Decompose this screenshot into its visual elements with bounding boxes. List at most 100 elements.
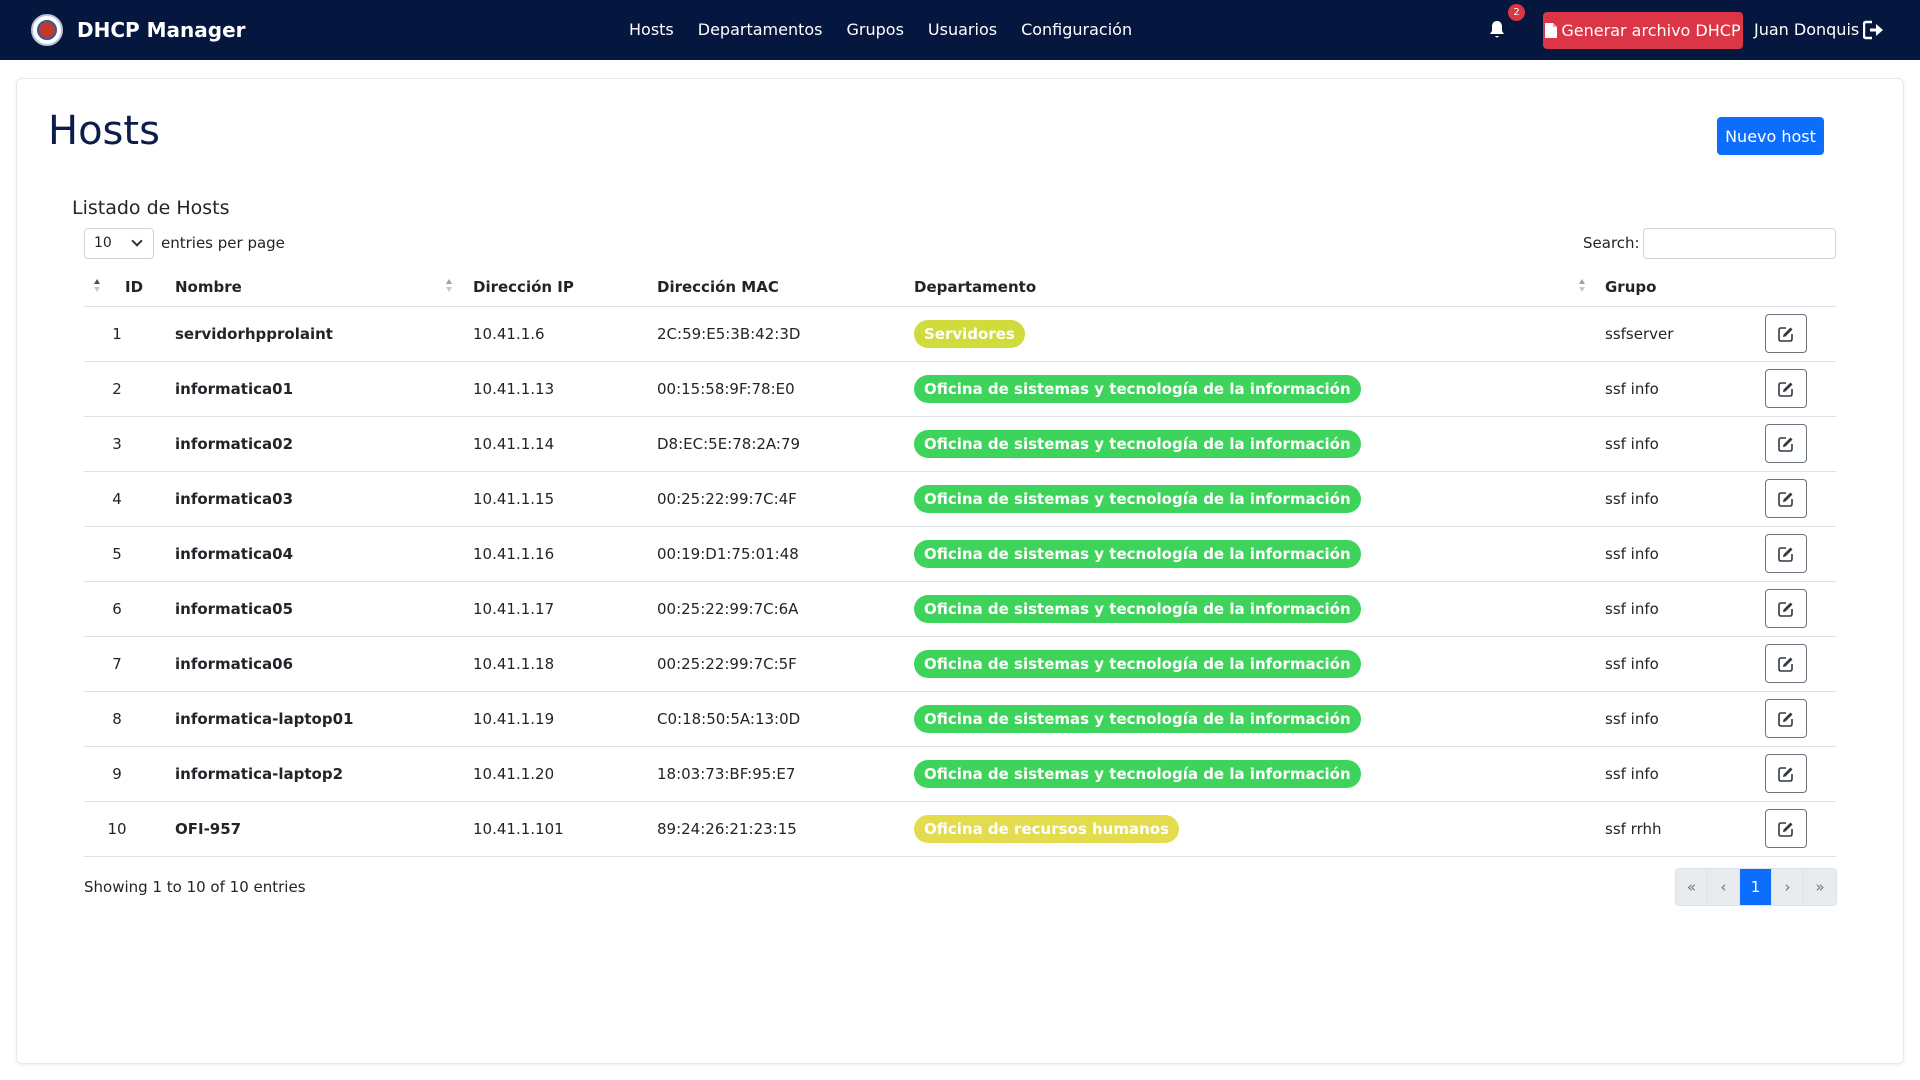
host-group: ssf info	[1605, 655, 1659, 673]
host-name: informatica02	[175, 435, 294, 453]
host-ip: 10.41.1.18	[473, 655, 555, 673]
host-group: ssf info	[1605, 435, 1659, 453]
edit-host-button[interactable]	[1765, 534, 1807, 573]
edit-host-button[interactable]	[1765, 369, 1807, 408]
host-id: 7	[112, 655, 122, 673]
column-header-mac[interactable]: Dirección MAC	[657, 278, 779, 296]
table-row: 8 informatica-laptop01 10.41.1.19 C0:18:…	[84, 692, 1836, 747]
host-mac: 00:25:22:99:7C:5F	[657, 655, 797, 673]
host-ip: 10.41.1.19	[473, 710, 555, 728]
host-name: servidorhpprolaint	[175, 325, 333, 343]
nav-link-grupos[interactable]: Grupos	[847, 20, 904, 39]
sort-icon[interactable]	[446, 278, 454, 294]
edit-host-button[interactable]	[1765, 809, 1807, 848]
host-id: 8	[112, 710, 122, 728]
navbar: DHCP Manager Hosts Departamentos Grupos …	[0, 0, 1920, 60]
table-row: 6 informatica05 10.41.1.17 00:25:22:99:7…	[84, 582, 1836, 637]
nav-link-departamentos[interactable]: Departamentos	[698, 20, 823, 39]
department-badge: Oficina de sistemas y tecnología de la i…	[914, 540, 1361, 568]
per-page-value: 10	[94, 235, 112, 251]
host-name: informatica01	[175, 380, 294, 398]
host-ip: 10.41.1.101	[473, 820, 564, 838]
table-row: 2 informatica01 10.41.1.13 00:15:58:9F:7…	[84, 362, 1836, 417]
nav-links: Hosts Departamentos Grupos Usuarios Conf…	[629, 20, 1132, 39]
sort-icon[interactable]	[94, 278, 102, 294]
department-badge: Oficina de sistemas y tecnología de la i…	[914, 650, 1361, 678]
notification-count-badge: 2	[1508, 4, 1525, 21]
host-id: 2	[112, 380, 122, 398]
sort-icon[interactable]	[1579, 278, 1587, 294]
edit-icon	[1778, 656, 1793, 672]
host-mac: D8:EC:5E:78:2A:79	[657, 435, 801, 453]
host-group: ssf info	[1605, 490, 1659, 508]
host-group: ssf info	[1605, 380, 1659, 398]
edit-host-button[interactable]	[1765, 644, 1807, 683]
host-mac: 00:25:22:99:7C:4F	[657, 490, 797, 508]
edit-host-button[interactable]	[1765, 424, 1807, 463]
last-page-button[interactable]: »	[1804, 869, 1836, 905]
new-host-button[interactable]: Nuevo host	[1717, 117, 1824, 155]
host-name: informatica04	[175, 545, 294, 563]
edit-icon	[1778, 326, 1793, 342]
department-badge: Oficina de recursos humanos	[914, 815, 1180, 843]
search-input[interactable]	[1643, 228, 1836, 259]
host-name: OFI-957	[175, 820, 242, 838]
entries-per-page-select[interactable]: 10	[84, 228, 154, 259]
bell-icon[interactable]	[1489, 20, 1505, 40]
host-ip: 10.41.1.20	[473, 765, 555, 783]
column-header-departamento[interactable]: Departamento	[914, 278, 1036, 296]
host-id: 4	[112, 490, 122, 508]
generate-dhcp-button[interactable]: Generar archivo DHCP	[1543, 12, 1743, 49]
nav-link-configuracion[interactable]: Configuración	[1021, 20, 1132, 39]
column-header-grupo[interactable]: Grupo	[1605, 278, 1656, 296]
edit-host-button[interactable]	[1765, 589, 1807, 628]
edit-icon	[1778, 821, 1793, 837]
nav-link-usuarios[interactable]: Usuarios	[928, 20, 997, 39]
host-name: informatica06	[175, 655, 294, 673]
department-badge: Oficina de sistemas y tecnología de la i…	[914, 430, 1361, 458]
edit-host-button[interactable]	[1765, 479, 1807, 518]
department-badge: Oficina de sistemas y tecnología de la i…	[914, 485, 1361, 513]
host-group: ssf info	[1605, 545, 1659, 563]
first-page-button[interactable]: «	[1676, 869, 1708, 905]
page-1-button[interactable]: 1	[1740, 869, 1772, 905]
table-row: 1 servidorhpprolaint 10.41.1.6 2C:59:E5:…	[84, 307, 1836, 362]
edit-host-button[interactable]	[1765, 754, 1807, 793]
generate-dhcp-label: Generar archivo DHCP	[1561, 21, 1741, 40]
user-name[interactable]: Juan Donquis	[1754, 20, 1859, 39]
edit-icon	[1778, 711, 1793, 727]
host-group: ssf info	[1605, 710, 1659, 728]
next-page-button[interactable]: ›	[1772, 869, 1804, 905]
edit-host-button[interactable]	[1765, 699, 1807, 738]
page-title: Hosts	[48, 108, 160, 154]
edit-icon	[1778, 491, 1793, 507]
table-row: 5 informatica04 10.41.1.16 00:19:D1:75:0…	[84, 527, 1836, 582]
edit-icon	[1778, 546, 1793, 562]
host-ip: 10.41.1.6	[473, 325, 545, 343]
host-mac: 00:25:22:99:7C:6A	[657, 600, 799, 618]
logout-icon[interactable]	[1863, 20, 1885, 40]
host-name: informatica03	[175, 490, 294, 508]
brand-name[interactable]: DHCP Manager	[77, 18, 246, 42]
host-ip: 10.41.1.17	[473, 600, 555, 618]
table-row: 3 informatica02 10.41.1.14 D8:EC:5E:78:2…	[84, 417, 1836, 472]
edit-host-button[interactable]	[1765, 314, 1807, 353]
column-header-ip[interactable]: Dirección IP	[473, 278, 574, 296]
nav-link-hosts[interactable]: Hosts	[629, 20, 674, 39]
host-group: ssf rrhh	[1605, 820, 1662, 838]
column-header-nombre[interactable]: Nombre	[175, 278, 242, 296]
host-mac: C0:18:50:5A:13:0D	[657, 710, 801, 728]
per-page-label: entries per page	[161, 234, 285, 252]
column-header-id[interactable]: ID	[125, 278, 143, 296]
host-id: 5	[112, 545, 122, 563]
host-mac: 2C:59:E5:3B:42:3D	[657, 325, 801, 343]
host-mac: 00:15:58:9F:78:E0	[657, 380, 795, 398]
host-group: ssfserver	[1605, 325, 1674, 343]
host-mac: 00:19:D1:75:01:48	[657, 545, 799, 563]
chevron-down-icon	[131, 235, 143, 247]
edit-icon	[1778, 766, 1793, 782]
host-ip: 10.41.1.15	[473, 490, 555, 508]
host-group: ssf info	[1605, 765, 1659, 783]
prev-page-button[interactable]: ‹	[1708, 869, 1740, 905]
app-logo[interactable]	[31, 14, 63, 46]
